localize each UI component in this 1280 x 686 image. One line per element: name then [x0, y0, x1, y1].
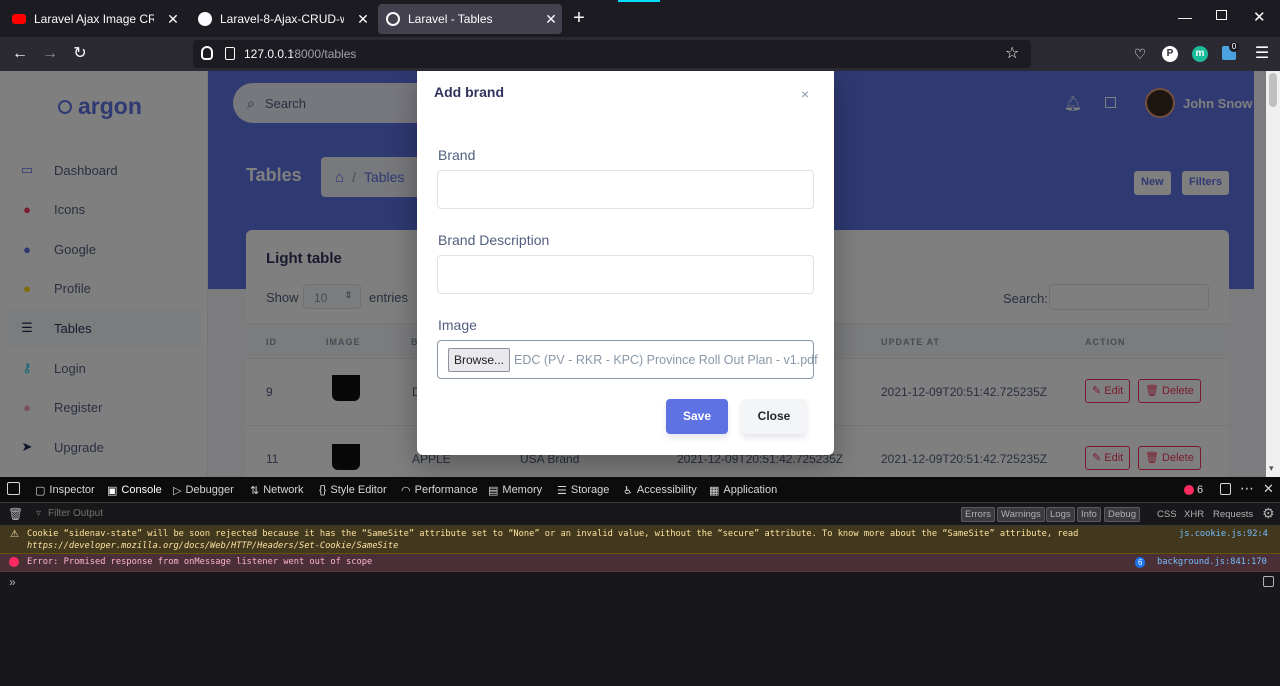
braces-icon: {}: [319, 484, 327, 496]
youtube-icon: [12, 14, 26, 24]
filter-xhr[interactable]: XHR: [1184, 509, 1204, 520]
close-tab-icon[interactable]: ✕: [540, 11, 562, 28]
browser-tab-github[interactable]: Laravel-8-Ajax-CRUD-with-Ima ✕: [190, 4, 374, 34]
error-icon: [9, 557, 19, 567]
filter-debug[interactable]: Debug: [1104, 507, 1140, 522]
image-label: Image: [438, 317, 477, 333]
filter-info[interactable]: Info: [1077, 507, 1101, 522]
brand-label: Brand: [438, 147, 476, 163]
browser-tab-tables[interactable]: Laravel - Tables ✕: [378, 4, 562, 34]
devtools-tab-network[interactable]: ⇅ Network: [250, 482, 304, 498]
devtools-panel: ▢ Inspector ▣ Console ▷ Debugger ⇅ Network {…: [0, 477, 1280, 686]
devtools-tab-style-editor[interactable]: {} Style Editor: [319, 482, 387, 498]
console-warning-message: ⚠ Cookie “sidenav-state” will be soon re…: [0, 526, 1280, 554]
github-icon: [198, 12, 212, 26]
devtools-tab-inspector[interactable]: ▢ Inspector: [35, 482, 95, 498]
close-window-button[interactable]: ✕: [1253, 8, 1266, 26]
save-button[interactable]: Save: [666, 399, 728, 434]
shield-icon[interactable]: [201, 46, 213, 60]
forward-button[interactable]: →: [38, 44, 62, 64]
address-bar[interactable]: 127.0.0.1 :8000/tables ☆: [193, 40, 1031, 68]
grid-icon: ▦: [709, 484, 720, 497]
error-source-link[interactable]: background.js:841:170: [1157, 557, 1267, 567]
page-icon[interactable]: [225, 47, 235, 60]
close-devtools-icon[interactable]: ✕: [1263, 481, 1274, 497]
more-options-icon[interactable]: ⋯: [1240, 480, 1254, 497]
browse-button[interactable]: Browse...: [448, 347, 511, 372]
modal-title: Add brand: [434, 84, 504, 100]
extension-badge: 0: [1229, 42, 1239, 52]
menu-icon[interactable]: ☰: [1250, 44, 1274, 64]
error-icon: [1184, 485, 1194, 495]
devtools-tab-performance[interactable]: ◠ Performance: [401, 482, 478, 498]
filter-warnings[interactable]: Warnings: [997, 507, 1045, 522]
tab-indicator: [618, 0, 660, 2]
filter-css[interactable]: CSS: [1157, 509, 1177, 520]
console-prompt-icon: »: [9, 575, 16, 589]
pocket-icon[interactable]: ♡: [1128, 44, 1152, 64]
maximize-button[interactable]: [1216, 10, 1227, 20]
editor-mode-icon[interactable]: [1263, 576, 1274, 587]
error-repeat-badge: 6: [1135, 557, 1146, 568]
filter-errors[interactable]: Errors: [961, 507, 995, 522]
brand-input[interactable]: [437, 170, 814, 209]
devtools-tab-application[interactable]: ▦ Application: [709, 482, 777, 498]
devtools-tab-storage[interactable]: ☰ Storage: [557, 482, 609, 498]
debugger-icon: ▷: [173, 484, 182, 497]
console-input[interactable]: [22, 575, 1252, 591]
devtools-tab-console[interactable]: ▣ Console: [107, 482, 162, 498]
browser-tab-strip: Laravel Ajax Image CRUD 1: Up ✕ Laravel-…: [0, 0, 1280, 37]
inspector-icon: ▢: [35, 484, 46, 497]
new-tab-button[interactable]: +: [568, 8, 590, 30]
error-count[interactable]: 6: [1197, 484, 1203, 496]
scrollbar-thumb[interactable]: [1269, 73, 1277, 107]
console-settings-icon[interactable]: ⚙: [1262, 505, 1275, 522]
warning-icon: ⚠: [10, 529, 19, 540]
accessibility-icon: ♿︎: [623, 484, 633, 497]
back-button[interactable]: ←: [8, 44, 32, 64]
reload-button[interactable]: ↻: [68, 44, 92, 64]
chip-icon: ▤: [488, 484, 499, 497]
bookmark-star-icon[interactable]: ☆: [1005, 43, 1019, 63]
globe-icon: [386, 12, 400, 26]
scroll-down-icon[interactable]: ▾: [1269, 463, 1274, 474]
brand-description-label: Brand Description: [438, 232, 550, 248]
devtools-tab-accessibility[interactable]: ♿︎ Accessibility: [623, 482, 697, 498]
pick-element-icon[interactable]: [7, 482, 20, 495]
console-icon: ▣: [107, 484, 118, 497]
image-file-input[interactable]: Browse... EDC (PV - RKR - KPC) Province …: [437, 340, 818, 379]
warning-source-link[interactable]: js.cookie.js:92:4: [1179, 529, 1268, 539]
filter-output-input[interactable]: Filter Output: [48, 508, 103, 519]
url-path: :8000/tables: [291, 47, 357, 61]
filter-icon: ▿: [36, 508, 42, 519]
extension-m-icon[interactable]: m: [1192, 46, 1208, 62]
extension-p-icon[interactable]: P: [1162, 46, 1178, 62]
filter-requests[interactable]: Requests: [1213, 509, 1253, 520]
gauge-icon: ◠: [401, 484, 411, 497]
browser-tab-youtube[interactable]: Laravel Ajax Image CRUD 1: Up ✕: [4, 4, 184, 34]
storage-icon: ☰: [557, 484, 567, 497]
page-scrollbar[interactable]: ▾: [1266, 71, 1280, 477]
devtools-tab-debugger[interactable]: ▷ Debugger: [173, 482, 234, 498]
web-page: argon ▭Dashboard ●Icons ●Google ●Profile…: [0, 71, 1280, 477]
network-icon: ⇅: [250, 484, 260, 497]
close-tab-icon[interactable]: ✕: [352, 11, 374, 28]
file-name: EDC (PV - RKR - KPC) Province Roll Out P…: [514, 352, 818, 367]
close-button[interactable]: Close: [741, 399, 807, 434]
console-error-message: Error: Promised response from onMessage …: [0, 554, 1280, 572]
add-brand-modal: Add brand × Brand Brand Description Imag…: [417, 71, 834, 455]
trash-icon[interactable]: 🗑︎: [8, 507, 23, 521]
close-icon[interactable]: ×: [801, 86, 809, 102]
dock-icon[interactable]: [1220, 483, 1231, 495]
close-tab-icon[interactable]: ✕: [162, 11, 184, 28]
warning-link[interactable]: https://developer.mozilla.org/docs/Web/H…: [27, 541, 398, 551]
brand-description-input[interactable]: [437, 255, 814, 294]
filter-logs[interactable]: Logs: [1046, 507, 1075, 522]
minimize-button[interactable]: —: [1178, 9, 1192, 25]
devtools-tab-memory[interactable]: ▤ Memory: [488, 482, 542, 498]
url-host: 127.0.0.1: [244, 47, 295, 61]
